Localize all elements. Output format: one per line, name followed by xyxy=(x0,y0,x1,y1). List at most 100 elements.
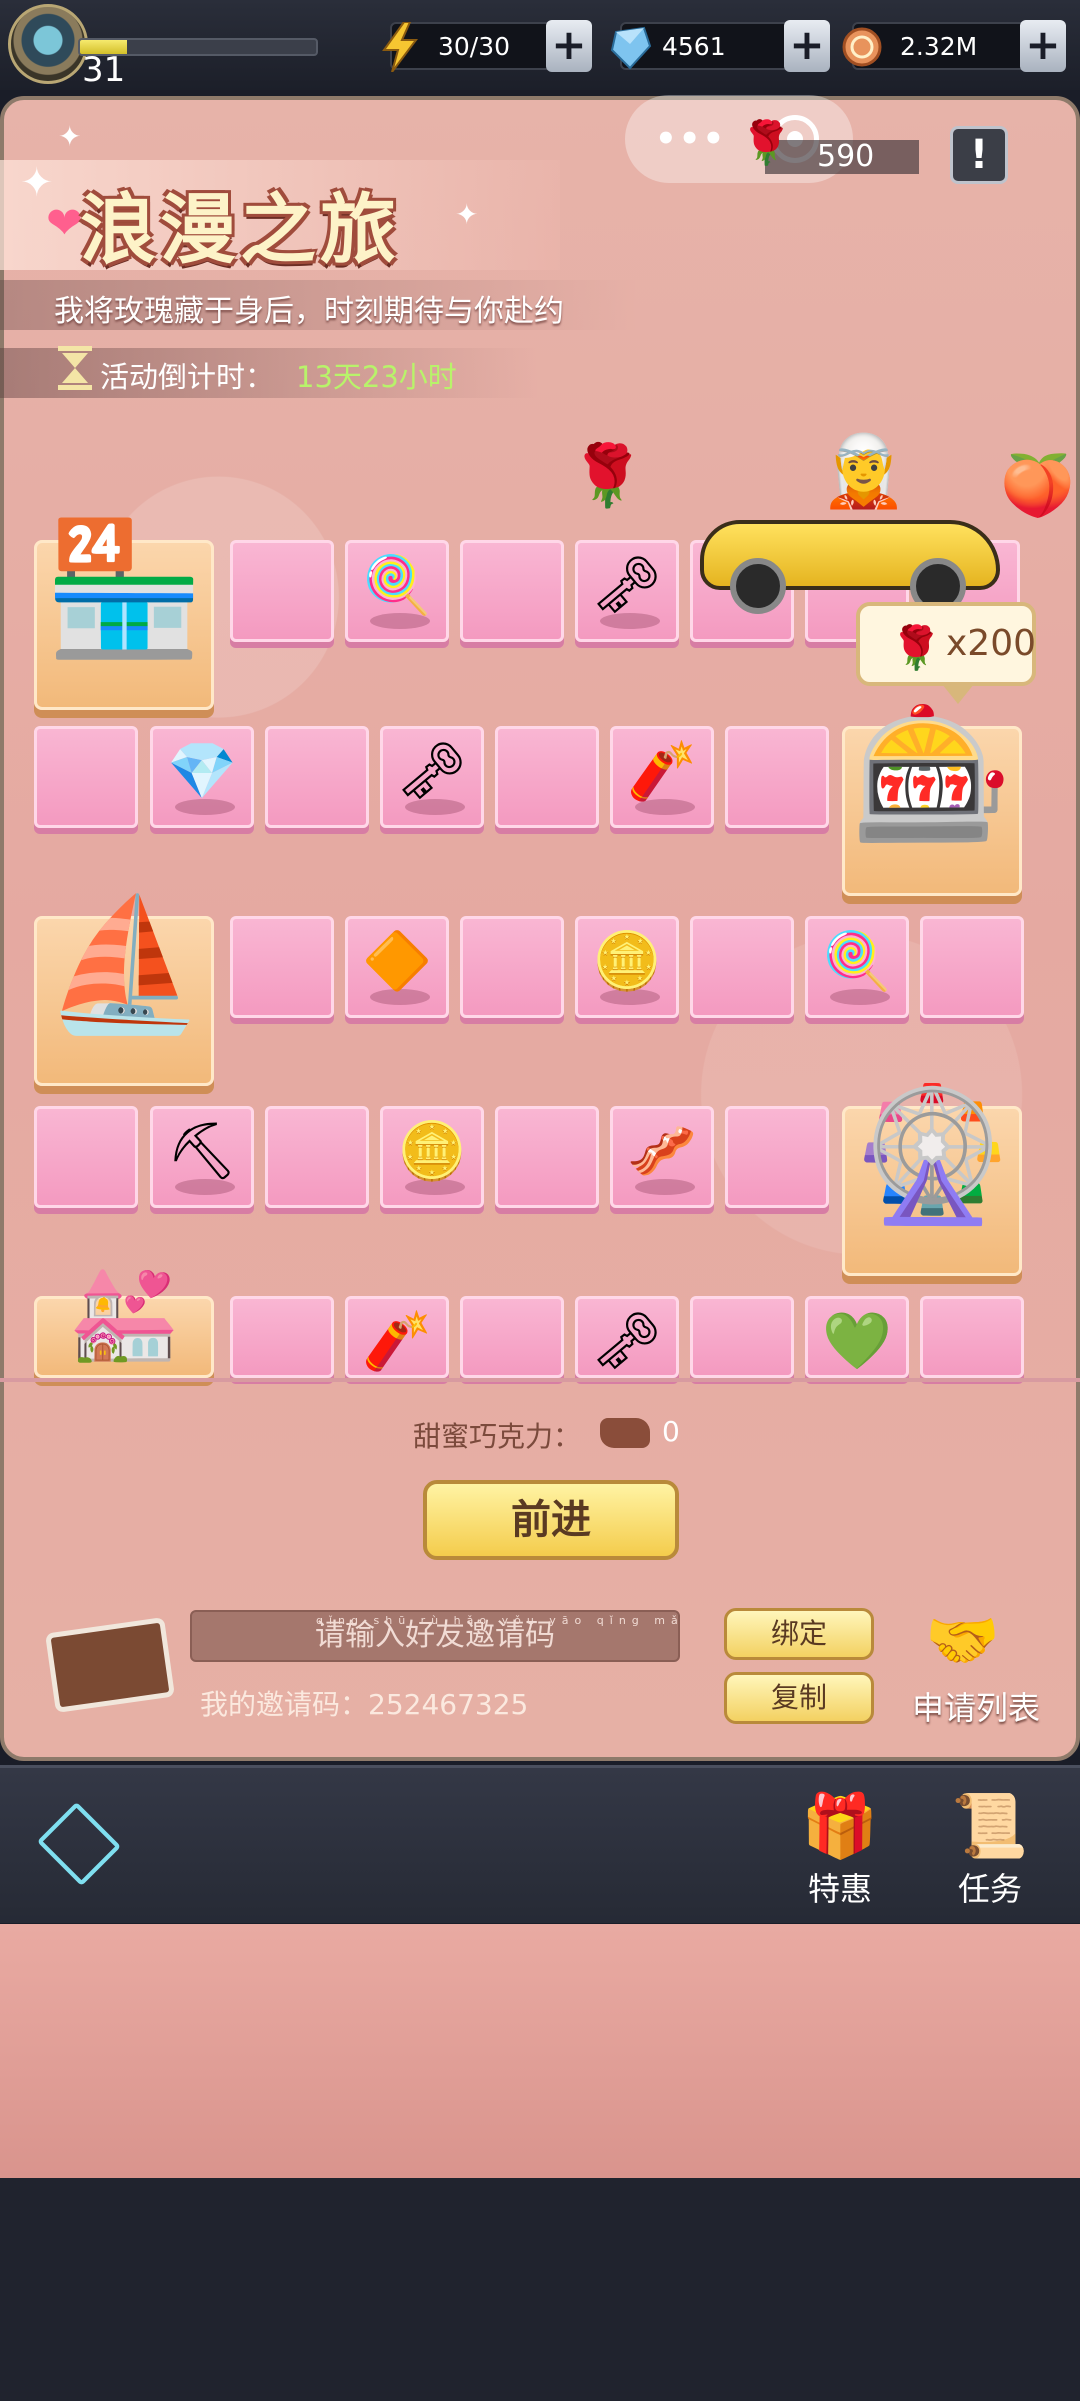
reward-bubble: 🌹 x200 xyxy=(856,602,1037,704)
diamond-value: 4561 xyxy=(662,32,726,61)
board-tile xyxy=(230,916,334,1018)
sparkle-icon: ✦ xyxy=(58,120,82,153)
board-tile: 🍭 xyxy=(805,916,909,1018)
my-code-label: 我的邀请码： xyxy=(200,1688,369,1721)
board-tile: 🗝 xyxy=(575,540,679,642)
board-tile: 🥓 xyxy=(610,1106,714,1208)
board-tile: 🍭 xyxy=(345,540,449,642)
more-icon[interactable]: ••• xyxy=(655,119,726,159)
peach-heart-icon: 🍑 xyxy=(1000,451,1075,521)
board-tile xyxy=(495,726,599,828)
board-tile xyxy=(725,726,829,828)
tnt-box-icon: 🧨 xyxy=(362,1309,432,1374)
special-offer-label: 特惠 xyxy=(807,1870,872,1908)
lollipop-icon: 🍭 xyxy=(362,553,432,618)
invite-pinyin: qǐng shū rù hǎo yǒu yāo qǐng mǎ xyxy=(316,1614,684,1627)
bacon-icon: 🥓 xyxy=(627,1119,697,1184)
event-subtitle: 我将玫瑰藏于身后，时刻期待与你赴约 xyxy=(54,294,564,329)
board-tile: ⛏ xyxy=(150,1106,254,1208)
energy-value: 30/30 xyxy=(438,32,511,61)
board-tile xyxy=(690,916,794,1018)
board-tile xyxy=(230,540,334,642)
board-tile xyxy=(265,726,369,828)
rose-icon: 🌹 xyxy=(890,623,943,672)
coin-icon xyxy=(842,27,882,67)
back-logo-icon[interactable] xyxy=(36,1801,122,1887)
board-tile: 💚 xyxy=(805,1296,909,1378)
tnt-box-icon: 🧨 xyxy=(627,739,697,804)
diamond-icon: 💎 xyxy=(167,739,237,804)
board-tile xyxy=(690,1296,794,1378)
add-diamond-button[interactable]: + xyxy=(784,20,830,72)
apply-list-button[interactable]: 申请列表 xyxy=(912,1683,1040,1729)
diamond-counter: 4561 + xyxy=(610,20,830,72)
board-tile xyxy=(34,726,138,828)
my-code-value: 252467325 xyxy=(368,1688,529,1721)
rose-icon: 🌹 xyxy=(740,118,793,167)
pickaxe-icon: ⛏ xyxy=(166,1119,238,1184)
board-tile xyxy=(725,1106,829,1208)
top-status-bar: 31 30/30 + 4561 + 2.32M + xyxy=(0,0,1080,90)
diamond-icon xyxy=(610,26,652,70)
player-avatar[interactable] xyxy=(8,4,88,84)
board-claw-machine: 🎰 xyxy=(842,698,1022,896)
coin-value: 2.32M xyxy=(900,32,978,61)
ship-icon: ⛵ xyxy=(43,888,205,1040)
copy-button[interactable]: 复制 xyxy=(724,1672,874,1724)
silver-key-icon: 🗝 xyxy=(396,739,468,804)
board-tile: 🗝 xyxy=(380,726,484,828)
board-tile xyxy=(34,1106,138,1208)
tasks-label: 任务 xyxy=(957,1870,1022,1908)
board-tile: 🪙 xyxy=(575,916,679,1018)
board-tile xyxy=(230,1296,334,1378)
background-panel xyxy=(0,1924,1080,2178)
player-level: 31 xyxy=(82,50,126,90)
hourglass-icon xyxy=(58,346,92,390)
add-energy-button[interactable]: + xyxy=(546,20,592,72)
car-wheel xyxy=(730,558,786,614)
player-car: 🧝 xyxy=(700,430,1020,614)
my-invite-code: 我的邀请码：252467325 xyxy=(200,1683,528,1723)
gold-crystal-icon: 🔶 xyxy=(362,929,432,994)
shop-building-icon: 🏪 xyxy=(43,512,205,664)
background-footer xyxy=(0,2178,1080,2401)
add-coin-button[interactable]: + xyxy=(1020,20,1066,72)
sparkle-icon: ✦ xyxy=(455,198,479,231)
coin-counter: 2.32M + xyxy=(842,20,1066,72)
board-tile: 🗝 xyxy=(575,1296,679,1378)
board-tile xyxy=(495,1106,599,1208)
countdown-value: 13天23小时 xyxy=(296,360,457,394)
reward-amount: x200 xyxy=(946,623,1037,664)
handshake-icon[interactable]: 🤝 xyxy=(925,1605,1000,1676)
board-tile xyxy=(460,540,564,642)
board-tile xyxy=(920,1296,1024,1378)
gift-icon: 🎁 xyxy=(801,1789,879,1862)
special-offer-button[interactable]: 🎁 特惠 xyxy=(785,1788,895,1910)
scroll-icon: 📜 xyxy=(951,1789,1029,1862)
silver-key-icon: 🗝 xyxy=(591,553,663,618)
claw-machine-icon: 🎰 xyxy=(851,698,1013,850)
wedding-arch-icon: 💒 xyxy=(67,1261,181,1366)
board-tile: 🧨 xyxy=(610,726,714,828)
gold-coin-icon: 🪙 xyxy=(397,1119,467,1184)
gold-coin-icon: 🪙 xyxy=(592,929,662,994)
board-wedding-arch: 💒 xyxy=(34,1269,214,1378)
tasks-button[interactable]: 📜 任务 xyxy=(935,1788,1045,1910)
energy-counter: 30/30 + xyxy=(382,20,592,72)
chocolate-value: 0 xyxy=(662,1415,680,1448)
advance-button[interactable]: 前进 xyxy=(423,1480,679,1560)
board-edge-divider xyxy=(0,1378,1080,1382)
bind-button[interactable]: 绑定 xyxy=(724,1608,874,1660)
board-start-shop: 🏪 xyxy=(34,512,214,710)
board-tile: 🔶 xyxy=(345,916,449,1018)
ferris-wheel-icon: 🎡 xyxy=(851,1078,1013,1230)
info-button[interactable]: ! xyxy=(950,126,1008,184)
chocolate-label: 甜蜜巧克力： xyxy=(413,1420,582,1453)
chocolate-icon xyxy=(600,1418,650,1448)
lightning-icon xyxy=(382,22,418,72)
gold-key-icon: 🗝 xyxy=(591,1309,663,1374)
bottom-nav: 🎁 特惠 📜 任务 xyxy=(0,1765,1080,1923)
board-tile: 💎 xyxy=(150,726,254,828)
board-ship: ⛵ xyxy=(34,888,214,1086)
heart-icon: ❤ xyxy=(46,198,83,249)
